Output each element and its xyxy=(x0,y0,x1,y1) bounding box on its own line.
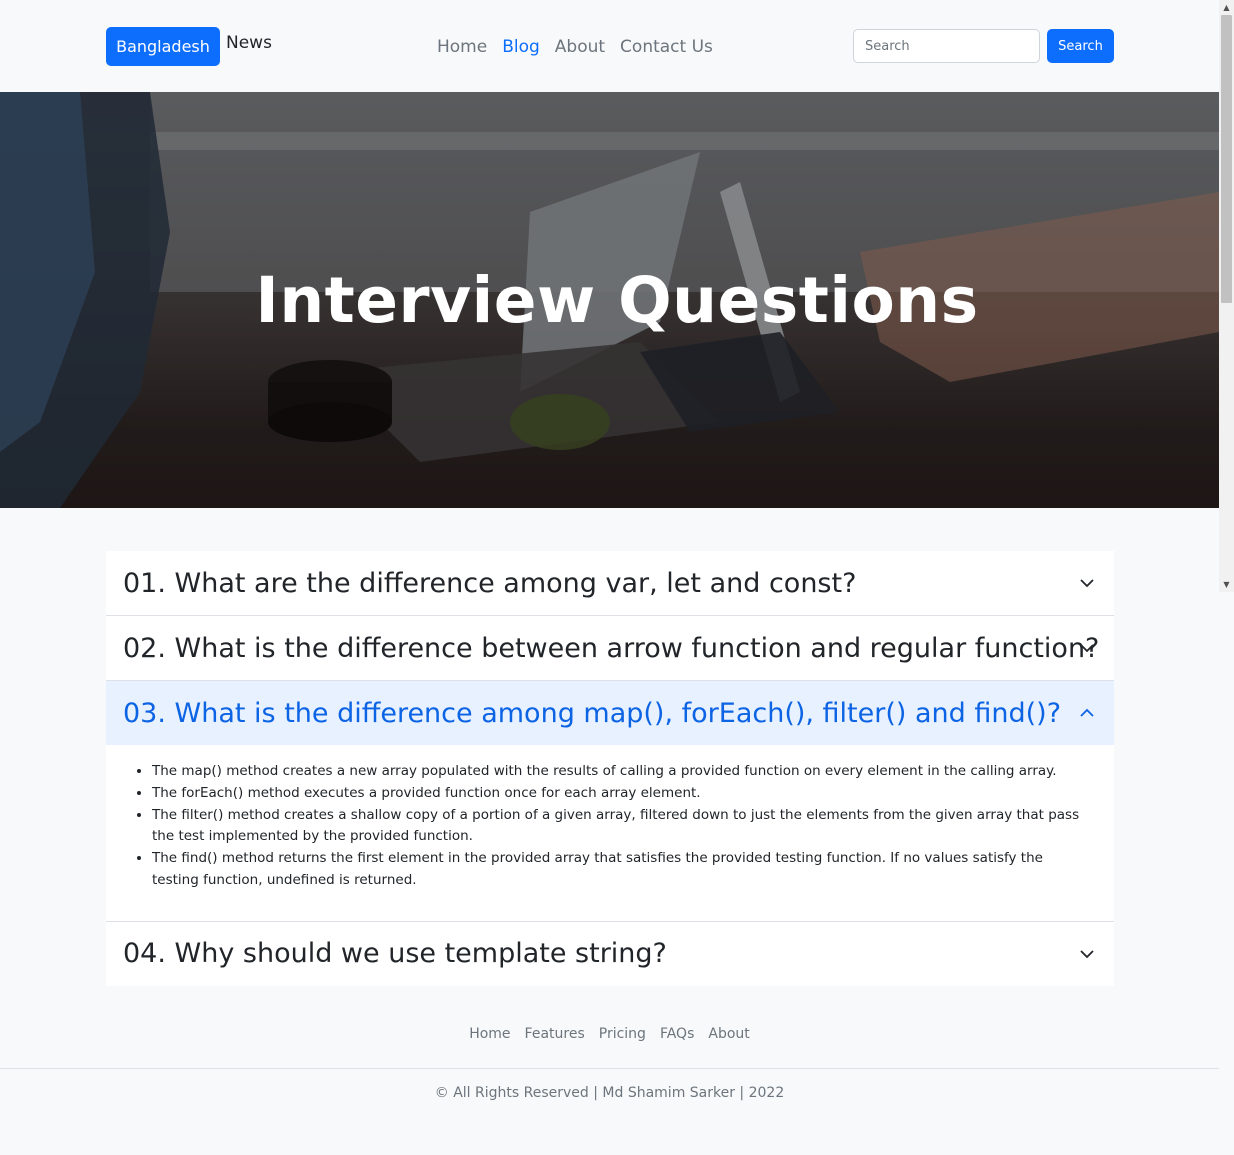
accordion-header-3[interactable]: 03. What is the difference among map(), … xyxy=(106,681,1114,745)
accordion-title: 04. Why should we use template string? xyxy=(123,938,667,970)
answer-point: The filter() method creates a shallow co… xyxy=(152,805,1094,849)
accordion-header-2[interactable]: 02. What is the difference between arrow… xyxy=(106,616,1114,680)
footer-divider xyxy=(0,1068,1219,1069)
hero-banner: Interview Questions xyxy=(0,92,1219,508)
accordion-header-1[interactable]: 01. What are the difference among var, l… xyxy=(106,551,1114,615)
search-button[interactable]: Search xyxy=(1047,29,1114,63)
copyright-text: © All Rights Reserved | Md Shamim Sarker… xyxy=(434,1085,785,1101)
nav-link-blog[interactable]: Blog xyxy=(502,36,540,58)
chevron-down-icon xyxy=(1080,579,1094,588)
navbar: Bangladesh News Home Blog About Contact … xyxy=(0,0,1219,92)
scroll-down-arrow-icon[interactable]: ▼ xyxy=(1219,577,1234,592)
footer-nav: Home Features Pricing FAQs About xyxy=(0,1026,1219,1042)
accordion-item: 02. What is the difference between arrow… xyxy=(106,616,1114,681)
faq-accordion: 01. What are the difference among var, l… xyxy=(106,551,1114,986)
accordion-header-4[interactable]: 04. Why should we use template string? xyxy=(106,921,1114,986)
chevron-down-icon xyxy=(1080,644,1094,653)
accordion-item: 03. What is the difference among map(), … xyxy=(106,681,1114,922)
hero-title: Interview Questions xyxy=(255,264,979,337)
nav-link-contact[interactable]: Contact Us xyxy=(620,36,713,58)
accordion-item: 04. Why should we use template string? xyxy=(106,921,1114,986)
page: Bangladesh News Home Blog About Contact … xyxy=(0,0,1234,1155)
nav-link-home[interactable]: Home xyxy=(437,36,487,58)
vertical-scrollbar[interactable]: ▲ ▼ xyxy=(1219,0,1234,592)
footer-link-features[interactable]: Features xyxy=(525,1026,585,1042)
page-content: Bangladesh News Home Blog About Contact … xyxy=(0,0,1219,1155)
chevron-up-icon xyxy=(1080,708,1094,717)
footer-link-pricing[interactable]: Pricing xyxy=(599,1026,646,1042)
footer-link-about[interactable]: About xyxy=(708,1026,749,1042)
scroll-up-arrow-icon[interactable]: ▲ xyxy=(1219,0,1234,15)
scroll-thumb[interactable] xyxy=(1221,15,1232,303)
search-input[interactable] xyxy=(853,29,1040,63)
nav-links: Home Blog About Contact Us xyxy=(437,36,713,58)
accordion-title: 03. What is the difference among map(), … xyxy=(123,697,1062,729)
answer-list: The map() method creates a new array pop… xyxy=(134,761,1094,892)
accordion-title: 02. What is the difference between arrow… xyxy=(123,632,1100,664)
accordion-body: The map() method creates a new array pop… xyxy=(106,745,1114,921)
nav-link-about[interactable]: About xyxy=(555,36,605,58)
answer-point: The map() method creates a new array pop… xyxy=(152,761,1094,783)
footer-link-faqs[interactable]: FAQs xyxy=(660,1026,694,1042)
answer-point: The find() method returns the first elem… xyxy=(152,848,1094,892)
accordion-item: 01. What are the difference among var, l… xyxy=(106,551,1114,616)
chevron-down-icon xyxy=(1080,950,1094,959)
brand-text: News xyxy=(226,33,272,53)
accordion-title: 01. What are the difference among var, l… xyxy=(123,567,857,599)
answer-point: The forEach() method executes a provided… xyxy=(152,783,1094,805)
brand-button[interactable]: Bangladesh xyxy=(106,27,220,66)
footer-link-home[interactable]: Home xyxy=(469,1026,510,1042)
